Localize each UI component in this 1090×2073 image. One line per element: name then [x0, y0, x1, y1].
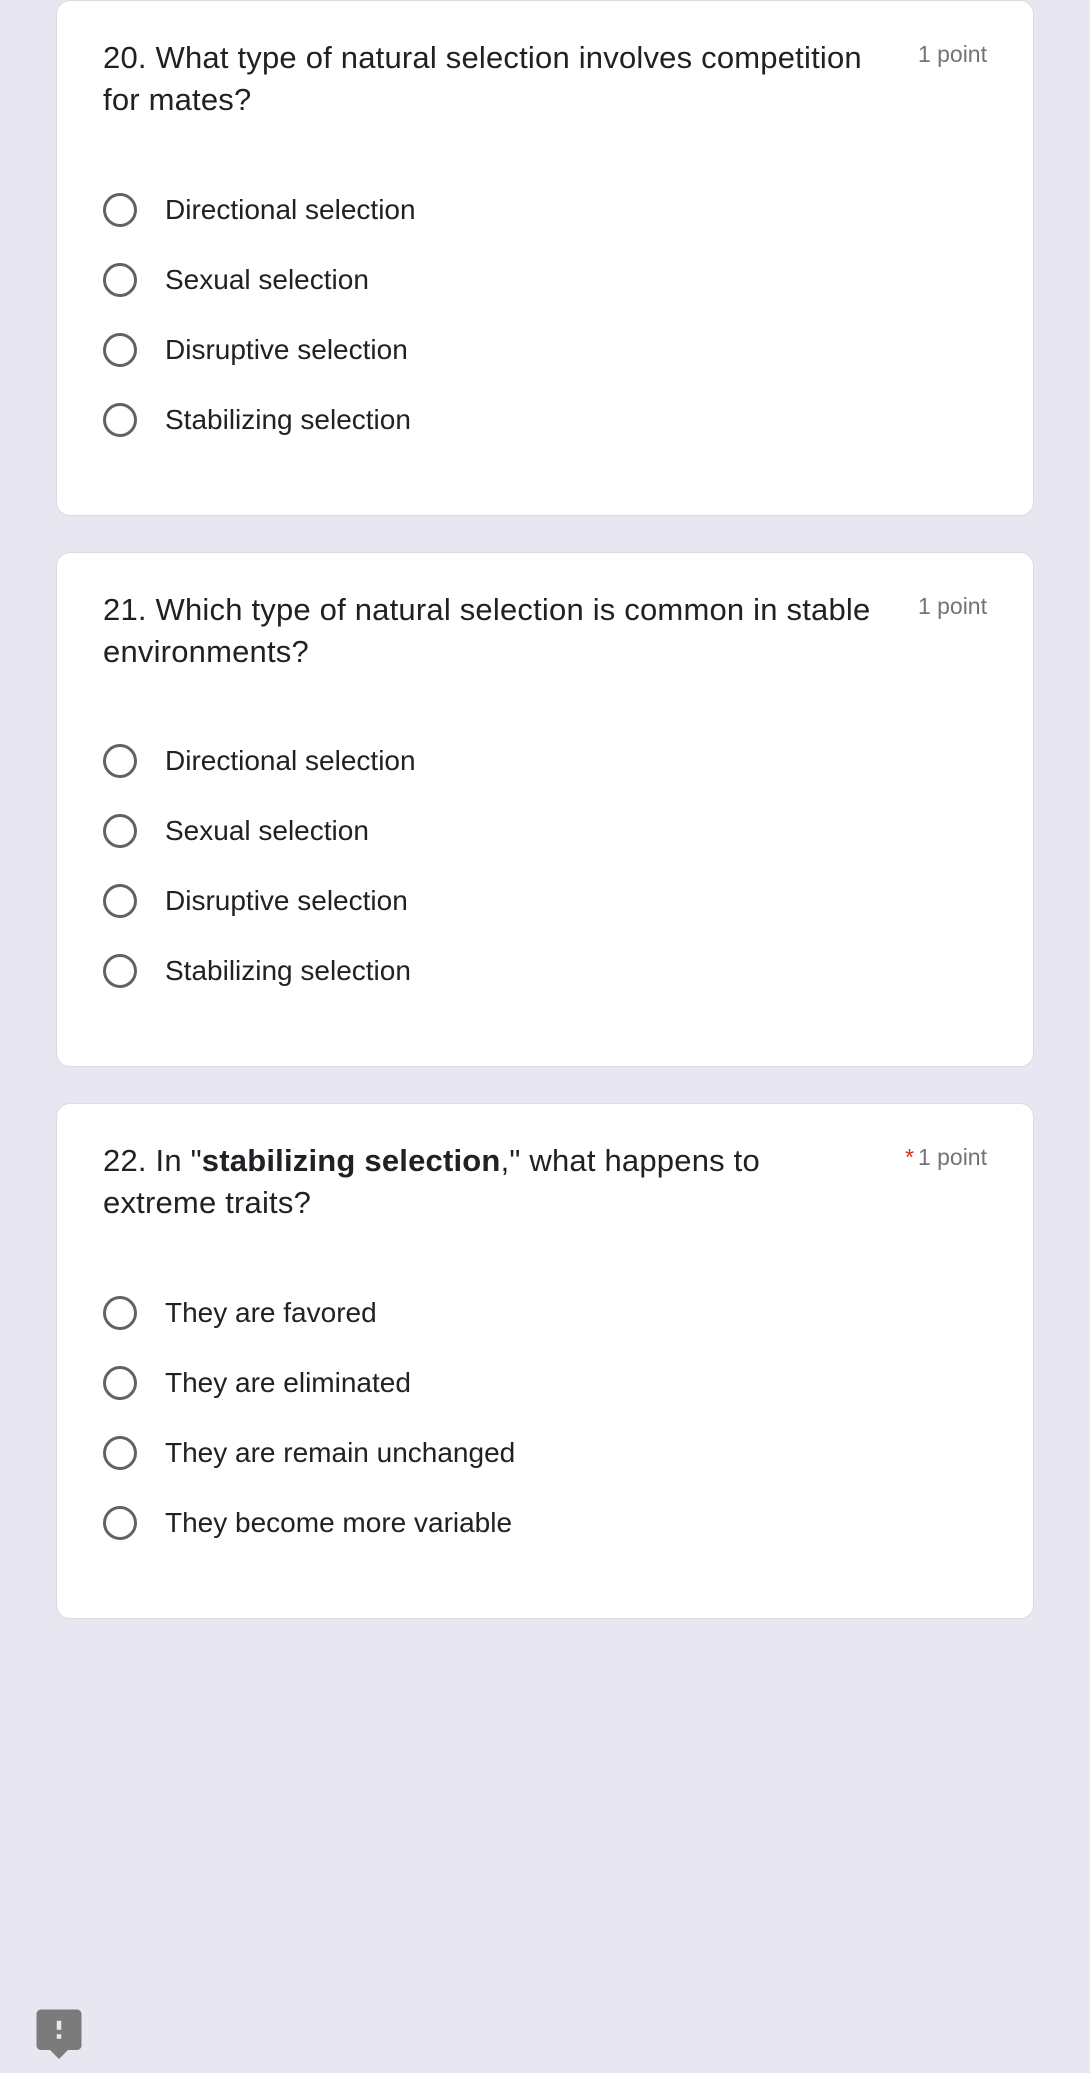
question-points: 1 point: [918, 37, 987, 68]
radio-icon[interactable]: [103, 263, 137, 297]
question-card: 22. In "stabilizing selection," what hap…: [56, 1103, 1034, 1619]
option-label: They are remain unchanged: [165, 1437, 515, 1469]
points-text: 1 point: [918, 593, 987, 619]
option-label: Disruptive selection: [165, 334, 408, 366]
radio-icon[interactable]: [103, 1366, 137, 1400]
radio-option[interactable]: Disruptive selection: [103, 866, 987, 936]
radio-icon[interactable]: [103, 884, 137, 918]
radio-option[interactable]: Directional selection: [103, 175, 987, 245]
option-label: They become more variable: [165, 1507, 512, 1539]
options-group: They are favored They are eliminated They …: [103, 1278, 987, 1558]
question-text-bold: stabilizing selection: [202, 1143, 501, 1178]
question-number: 21.: [103, 592, 147, 627]
radio-option[interactable]: Stabilizing selection: [103, 385, 987, 455]
option-label: Stabilizing selection: [165, 404, 411, 436]
radio-icon[interactable]: [103, 403, 137, 437]
option-label: Stabilizing selection: [165, 955, 411, 987]
required-marker: *: [905, 1144, 914, 1170]
radio-option[interactable]: They are eliminated: [103, 1348, 987, 1418]
question-text-before: Which type of natural selection is commo…: [103, 592, 870, 669]
option-label: Sexual selection: [165, 264, 369, 296]
points-text: 1 point: [918, 1144, 987, 1170]
radio-icon[interactable]: [103, 1506, 137, 1540]
question-card: 20. What type of natural selection invol…: [56, 0, 1034, 516]
radio-option[interactable]: Disruptive selection: [103, 315, 987, 385]
question-points: 1 point: [918, 589, 987, 620]
question-text-before: What type of natural selection involves …: [103, 40, 862, 117]
radio-option[interactable]: They become more variable: [103, 1488, 987, 1558]
radio-option[interactable]: Directional selection: [103, 726, 987, 796]
radio-icon[interactable]: [103, 954, 137, 988]
options-group: Directional selection Sexual selection Dis…: [103, 726, 987, 1006]
question-number: 22.: [103, 1143, 147, 1178]
question-text-before: In ": [147, 1143, 202, 1178]
question-header: 21. Which type of natural selection is c…: [103, 589, 987, 673]
report-problem-icon[interactable]: [32, 2005, 86, 2059]
option-label: Sexual selection: [165, 815, 369, 847]
options-group: Directional selection Sexual selection Dis…: [103, 175, 987, 455]
radio-option[interactable]: Sexual selection: [103, 245, 987, 315]
radio-option[interactable]: They are favored: [103, 1278, 987, 1348]
question-title: 20. What type of natural selection invol…: [103, 37, 894, 121]
option-label: Directional selection: [165, 745, 416, 777]
option-label: Directional selection: [165, 194, 416, 226]
radio-icon[interactable]: [103, 1296, 137, 1330]
radio-icon[interactable]: [103, 744, 137, 778]
radio-icon[interactable]: [103, 193, 137, 227]
option-label: They are favored: [165, 1297, 377, 1329]
question-header: 22. In "stabilizing selection," what hap…: [103, 1140, 987, 1224]
points-text: 1 point: [918, 41, 987, 67]
question-points: *1 point: [905, 1140, 987, 1171]
radio-icon[interactable]: [103, 1436, 137, 1470]
question-number: 20.: [103, 40, 147, 75]
option-label: Disruptive selection: [165, 885, 408, 917]
question-card: 21. Which type of natural selection is c…: [56, 552, 1034, 1068]
radio-option[interactable]: Sexual selection: [103, 796, 987, 866]
option-label: They are eliminated: [165, 1367, 411, 1399]
question-title: 22. In "stabilizing selection," what hap…: [103, 1140, 881, 1224]
question-header: 20. What type of natural selection invol…: [103, 37, 987, 121]
radio-icon[interactable]: [103, 814, 137, 848]
radio-option[interactable]: They are remain unchanged: [103, 1418, 987, 1488]
radio-option[interactable]: Stabilizing selection: [103, 936, 987, 1006]
question-title: 21. Which type of natural selection is c…: [103, 589, 894, 673]
radio-icon[interactable]: [103, 333, 137, 367]
